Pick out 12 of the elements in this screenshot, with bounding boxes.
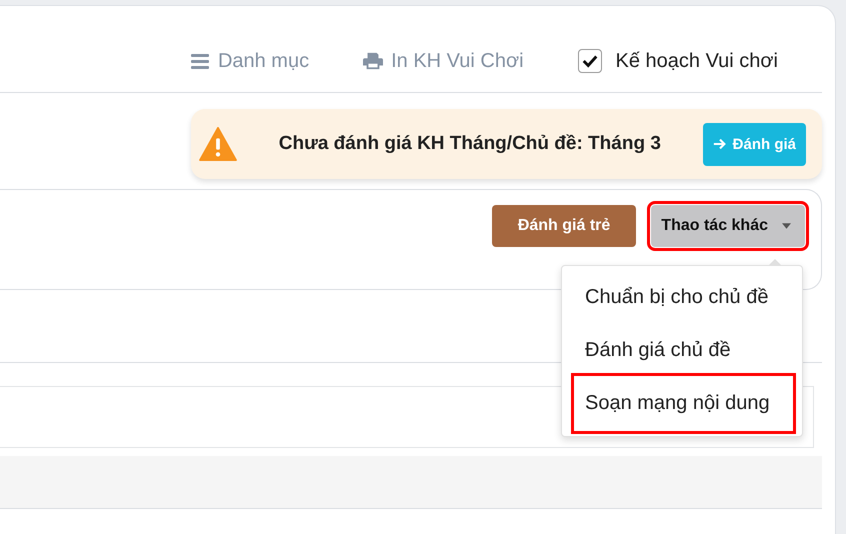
printer-icon (363, 51, 384, 71)
action-button[interactable]: Thao tác khác (651, 205, 805, 247)
checkbox-label: Kế hoạch Vui chơi (616, 50, 778, 72)
warning-icon (199, 127, 237, 161)
caret-icon (782, 223, 791, 229)
arrow-right-icon (712, 137, 727, 151)
checkbox[interactable] (578, 49, 602, 73)
menu-item[interactable]: Chuẩn bị cho chủ đề (575, 271, 789, 324)
menu-icon (190, 51, 210, 71)
action-button[interactable]: Đánh giá trẻ (492, 205, 636, 247)
menu-item[interactable]: Đánh giá chủ đề (575, 324, 789, 377)
alert-message: Chưa đánh giá KH Tháng/Chủ đề: Tháng 3 (278, 133, 662, 155)
